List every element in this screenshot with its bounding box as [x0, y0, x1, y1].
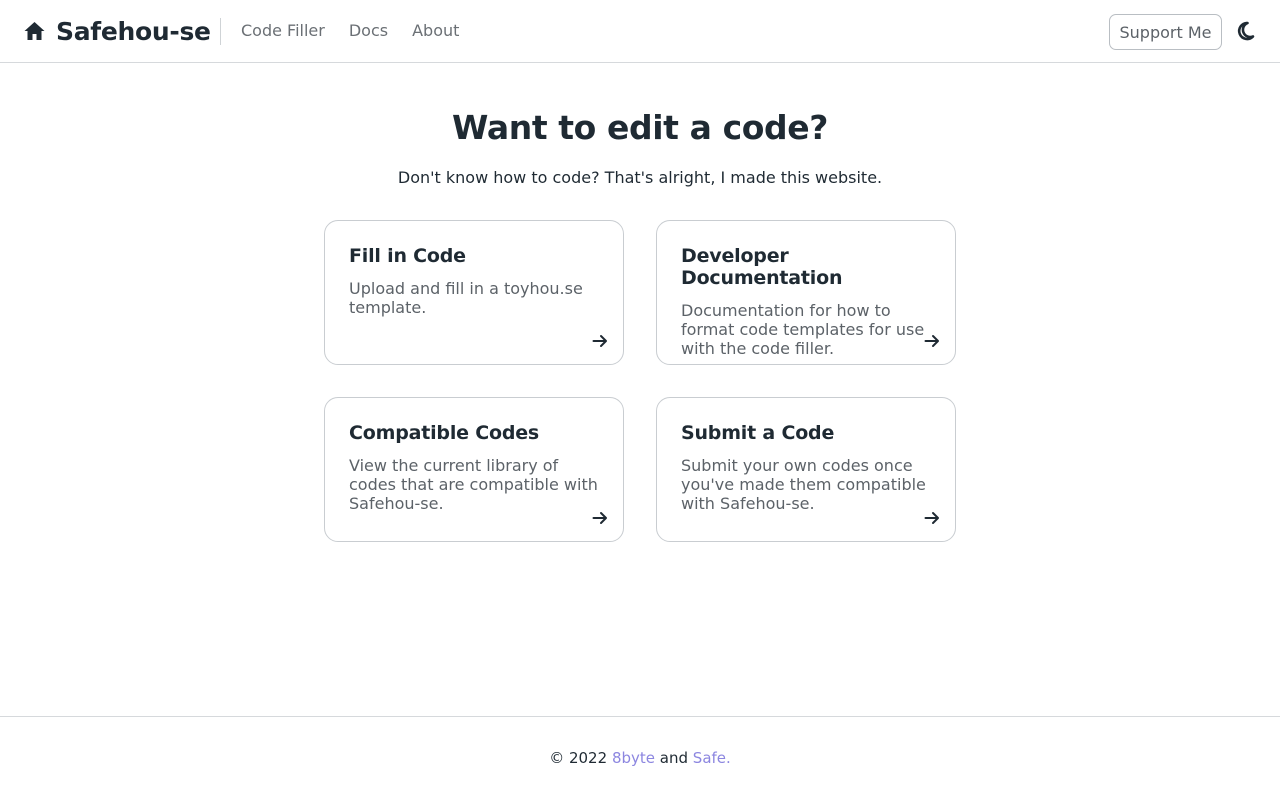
brand-link[interactable]: Safehou-se [24, 15, 211, 47]
page-title: Want to edit a code? [452, 108, 828, 147]
nav-link-code-filler[interactable]: Code Filler [241, 20, 325, 42]
nav-links: Code Filler Docs About [241, 20, 483, 42]
footer-conjunction: and [659, 749, 689, 767]
card-title: Fill in Code [349, 245, 466, 267]
footer-link-safe[interactable]: Safe. [693, 749, 731, 767]
card-developer-documentation[interactable]: Developer Documentation Documentation fo… [656, 220, 956, 365]
moon-icon[interactable] [1234, 20, 1256, 42]
card-text: Submit your own codes once you've made t… [681, 456, 926, 513]
footer: © 2022 8byte and Safe. [0, 716, 1280, 800]
brand-name: Safehou-se [56, 16, 211, 46]
card-text: View the current library of codes that a… [349, 456, 598, 513]
home-icon [24, 22, 45, 40]
card-text: Upload and fill in a toyhou.se template. [349, 279, 583, 317]
nav-link-docs[interactable]: Docs [349, 20, 388, 42]
card-text: Documentation for how to format code tem… [681, 301, 925, 358]
arrow-right-icon [924, 335, 939, 347]
card-fill-in-code[interactable]: Fill in Code Upload and fill in a toyhou… [324, 220, 624, 365]
navbar: Safehou-se Code Filler Docs About Suppor… [0, 0, 1280, 63]
page-subtitle: Don't know how to code? That's alright, … [397, 168, 883, 187]
nav-divider [220, 18, 221, 45]
arrow-right-icon [592, 512, 607, 524]
nav-link-about[interactable]: About [412, 20, 459, 42]
card-title: Developer Documentation [681, 245, 843, 289]
arrow-right-icon [592, 335, 607, 347]
footer-text: © 2022 8byte and Safe. [0, 749, 1280, 767]
arrow-right-icon [924, 512, 939, 524]
footer-link-8byte[interactable]: 8byte [612, 749, 655, 767]
card-title: Submit a Code [681, 422, 835, 444]
card-compatible-codes[interactable]: Compatible Codes View the current librar… [324, 397, 624, 542]
footer-copyright: © 2022 [549, 749, 608, 767]
card-submit-a-code[interactable]: Submit a Code Submit your own codes once… [656, 397, 956, 542]
support-button[interactable]: Support Me [1109, 14, 1222, 50]
card-title: Compatible Codes [349, 422, 540, 444]
